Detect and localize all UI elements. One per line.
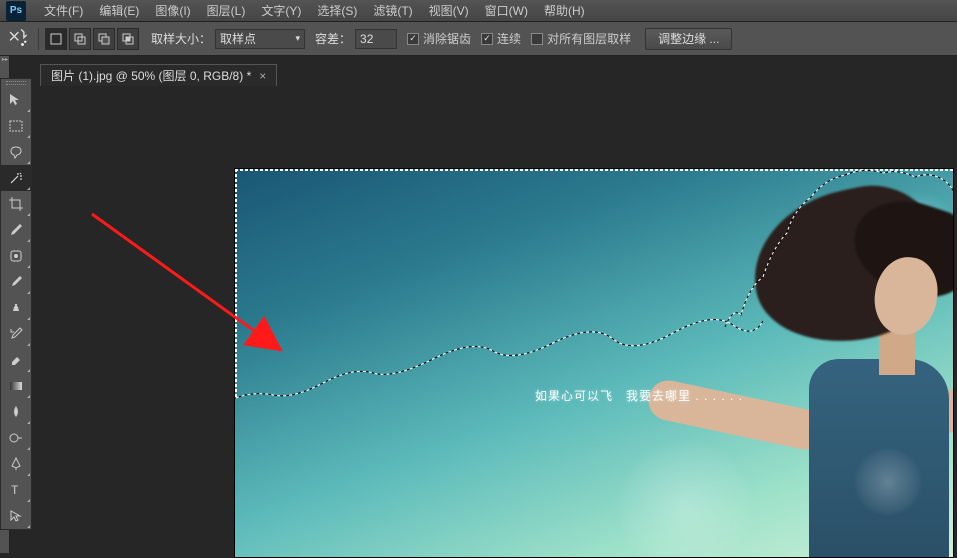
selection-mode-new[interactable] (45, 28, 67, 50)
tolerance-label: 容差： (315, 30, 351, 47)
dodge-tool[interactable] (1, 425, 31, 451)
menu-select[interactable]: 选择(S) (309, 0, 365, 22)
checkbox-icon: ✓ (481, 33, 493, 45)
close-tab-icon[interactable]: × (259, 69, 266, 83)
menu-layer[interactable]: 图层(L) (199, 0, 254, 22)
options-bar: 取样大小： 取样点 ▾ 容差： 32 ✓ 消除锯齿 ✓ 连续 对所有图层取样 调… (0, 22, 957, 56)
lasso-tool[interactable] (1, 139, 31, 165)
contiguous-label: 连续 (497, 30, 521, 47)
magic-wand-tool[interactable] (1, 165, 31, 191)
type-tool[interactable]: T (1, 477, 31, 503)
contiguous-checkbox[interactable]: ✓ 连续 (481, 30, 521, 47)
selection-marquee (715, 168, 954, 427)
spot-healing-brush-tool[interactable] (1, 243, 31, 269)
blur-tool[interactable] (1, 399, 31, 425)
antialias-checkbox[interactable]: ✓ 消除锯齿 (407, 30, 471, 47)
path-selection-tool[interactable] (1, 503, 31, 529)
selection-mode-add[interactable] (69, 28, 91, 50)
menu-file[interactable]: 文件(F) (36, 0, 91, 22)
refine-edge-button[interactable]: 调整边缘 ... (645, 28, 732, 50)
all-layers-label: 对所有图层取样 (547, 30, 631, 47)
antialias-label: 消除锯齿 (423, 30, 471, 47)
gradient-tool[interactable] (1, 373, 31, 399)
menu-window[interactable]: 窗口(W) (477, 0, 536, 22)
selection-mode-intersect[interactable] (117, 28, 139, 50)
menu-help[interactable]: 帮助(H) (536, 0, 593, 22)
checkbox-icon (531, 33, 543, 45)
toolbox: T (0, 78, 32, 530)
all-layers-checkbox[interactable]: 对所有图层取样 (531, 30, 631, 47)
document-canvas[interactable]: 如果心可以飞 我要去哪里 . . . . . . (234, 168, 954, 558)
sample-size-select[interactable]: 取样点 ▾ (215, 29, 305, 49)
brush-tool[interactable] (1, 269, 31, 295)
bokeh-decoration (853, 447, 923, 517)
tolerance-input[interactable]: 32 (355, 29, 397, 49)
document-tab-title: 图片 (1).jpg @ 50% (图层 0, RGB/8) * (51, 67, 251, 84)
pen-tool[interactable] (1, 451, 31, 477)
sample-size-label: 取样大小： (151, 30, 211, 47)
clone-stamp-tool[interactable] (1, 295, 31, 321)
rectangular-marquee-tool[interactable] (1, 113, 31, 139)
document-tab-bar: 图片 (1).jpg @ 50% (图层 0, RGB/8) * × (34, 62, 277, 88)
sample-size-value: 取样点 (220, 30, 256, 47)
app-logo: Ps (6, 1, 26, 21)
menu-view[interactable]: 视图(V) (421, 0, 477, 22)
selection-mode-subtract[interactable] (93, 28, 115, 50)
dropdown-arrow-icon: ▾ (295, 33, 300, 44)
eyedropper-tool[interactable] (1, 217, 31, 243)
svg-text:T: T (11, 483, 19, 497)
document-tab[interactable]: 图片 (1).jpg @ 50% (图层 0, RGB/8) * × (40, 64, 277, 86)
canvas-area: 如果心可以飞 我要去哪里 . . . . . . (34, 88, 957, 553)
eraser-tool[interactable] (1, 347, 31, 373)
history-brush-tool[interactable] (1, 321, 31, 347)
selection-marquee (234, 299, 763, 419)
crop-tool[interactable] (1, 191, 31, 217)
menu-type[interactable]: 文字(Y) (253, 0, 309, 22)
menu-image[interactable]: 图像(I) (147, 0, 198, 22)
menu-bar: Ps 文件(F) 编辑(E) 图像(I) 图层(L) 文字(Y) 选择(S) 滤… (0, 0, 957, 22)
menu-filter[interactable]: 滤镜(T) (365, 0, 420, 22)
toolbox-grip[interactable] (1, 79, 31, 87)
current-tool-icon (6, 28, 28, 50)
menu-edit[interactable]: 编辑(E) (91, 0, 147, 22)
checkbox-icon: ✓ (407, 33, 419, 45)
move-tool[interactable] (1, 87, 31, 113)
